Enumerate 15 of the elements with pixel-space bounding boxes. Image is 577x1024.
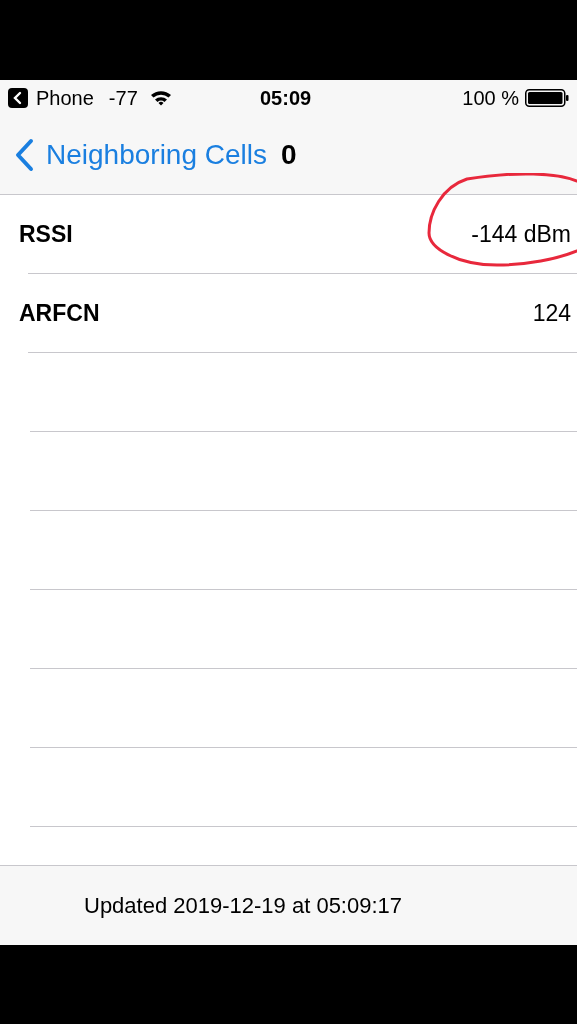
back-button[interactable]: Neighboring Cells: [14, 133, 267, 176]
row-value: -144 dBm: [471, 220, 571, 250]
last-updated-text: Updated 2019-12-19 at 05:09:17: [84, 892, 403, 920]
cell-count: 0: [281, 137, 297, 172]
wifi-icon: [149, 89, 172, 106]
row-label: ARFCN: [19, 299, 100, 329]
signal-strength: -77: [108, 85, 138, 111]
chevron-left-icon: [14, 137, 34, 172]
battery-icon: [525, 88, 569, 107]
row-value: 124: [532, 299, 571, 329]
clock-time: 05:09: [260, 85, 312, 111]
back-to-app-icon[interactable]: [8, 87, 28, 108]
row-label: RSSI: [19, 220, 73, 250]
back-app-label[interactable]: Phone: [36, 82, 94, 113]
battery-percent: 100 %: [462, 85, 519, 111]
